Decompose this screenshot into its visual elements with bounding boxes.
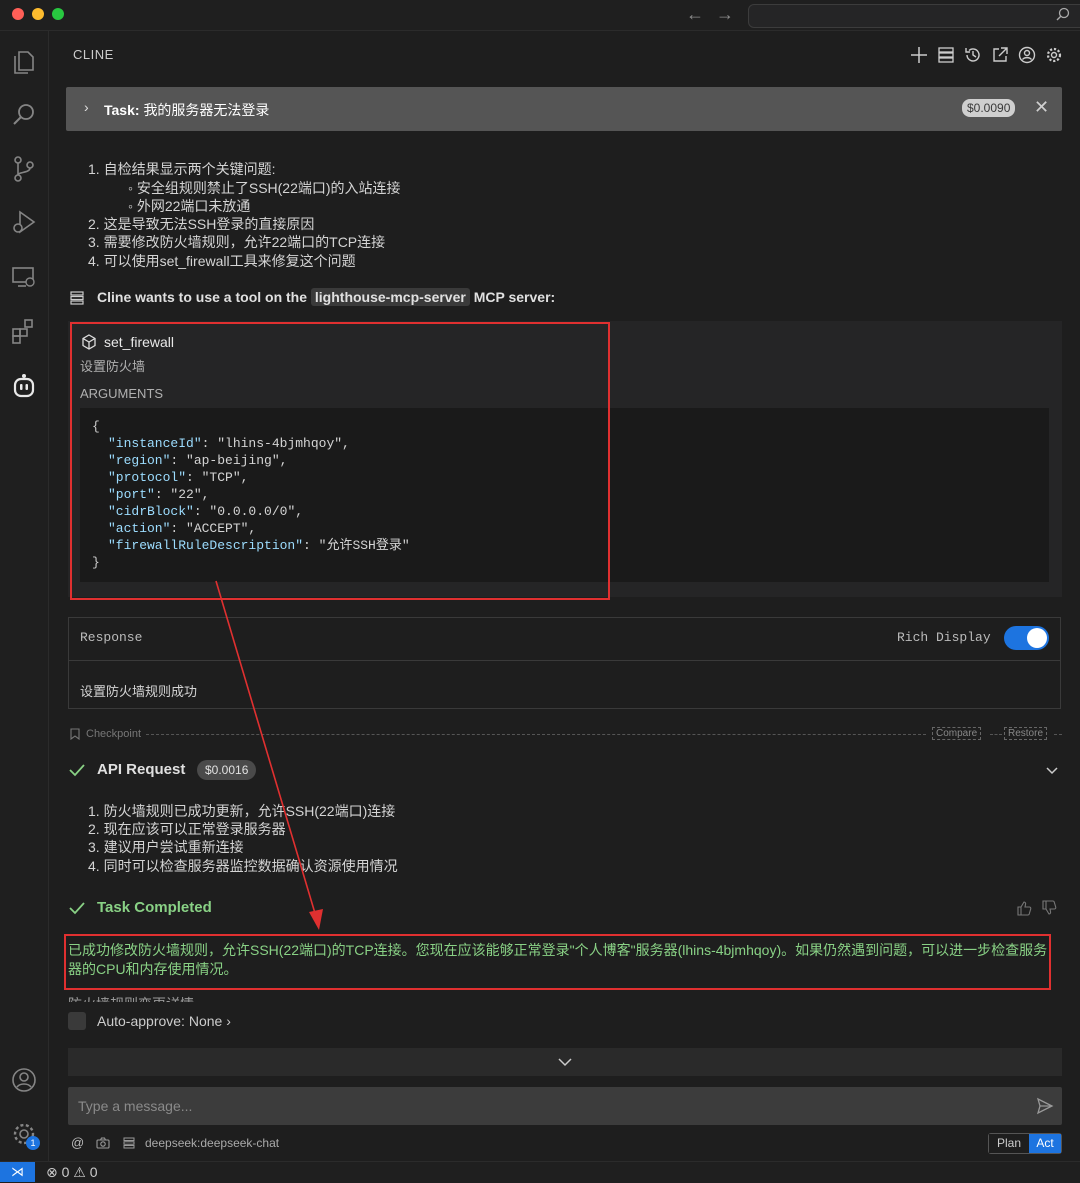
chevron-right-icon[interactable]: › [84,99,89,115]
server-icon [70,291,84,305]
panel-title: CLINE [73,47,114,62]
checkpoint-divider [990,734,1002,735]
api-response-line: 4. 同时可以检查服务器监控数据确认资源使用情况 [88,858,398,874]
zoom-window-button[interactable] [52,8,64,20]
remote-indicator-button[interactable]: ⋊ [0,1162,35,1182]
chevron-down-icon[interactable] [1044,762,1060,778]
reasoning-line: ◦ 安全组规则禁止了SSH(22端口)的入站连接 [128,180,401,196]
back-arrow-icon[interactable]: ← [686,4,716,24]
cline-bot-icon[interactable] [10,372,38,400]
minimize-window-button[interactable] [32,8,44,20]
auto-approve-label[interactable]: Auto-approve: None › [97,1013,231,1029]
settings-badge: 1 [26,1136,40,1150]
settings-gear-icon[interactable] [1045,46,1063,64]
camera-icon[interactable] [96,1137,110,1149]
tool-request-header: Cline wants to use a tool on the lightho… [97,288,556,306]
check-icon [69,902,85,915]
source-control-icon[interactable] [10,155,38,183]
task-prefix: Task: [104,102,140,118]
mention-at-icon[interactable]: @ [71,1135,84,1150]
reasoning-line: 3. 需要修改防火墙规则，允许22端口的TCP连接 [88,234,386,250]
checkpoint-divider [1054,734,1062,735]
reasoning-line: ◦ 外网22端口未放通 [128,198,251,214]
divider [69,660,1060,661]
message-input[interactable] [68,1087,1062,1125]
chevron-down-icon [558,1058,572,1067]
explorer-icon[interactable] [10,48,38,76]
mcp-server-name: lighthouse-mcp-server [310,288,470,306]
thumbs-down-icon[interactable] [1041,900,1057,916]
restore-button[interactable]: Restore [1004,727,1048,740]
api-response-line: 2. 现在应该可以正常登录服务器 [88,821,286,837]
auto-approve-checkbox[interactable] [68,1012,86,1030]
checkpoint-label: Checkpoint [86,728,142,740]
extensions-icon[interactable] [10,317,38,345]
checkpoint-divider [146,734,926,735]
model-selector[interactable]: deepseek:deepseek-chat [145,1136,279,1150]
compare-button[interactable]: Compare [932,727,982,740]
auto-approve-text: Auto-approve: None [97,1013,223,1029]
task-cost-badge: $0.0090 [962,99,1016,117]
history-icon[interactable] [964,46,982,64]
partially-hidden-text: 防火墙规则变更详情 [68,994,194,1002]
problems-status[interactable]: ⊗ 0 ⚠ 0 [46,1164,98,1181]
api-response-line: 1. 防火墙规则已成功更新，允许SSH(22端口)连接 [88,803,396,819]
toggle-knob [1027,628,1047,648]
forward-arrow-icon[interactable]: → [716,4,746,24]
mcp-servers-icon[interactable] [937,46,955,64]
remote-explorer-icon[interactable] [10,263,38,291]
reasoning-line: 2. 这是导致无法SSH登录的直接原因 [88,216,315,232]
check-icon [69,764,85,777]
annotation-highlight-box [64,934,1051,990]
run-debug-icon[interactable] [10,208,38,236]
api-response-line: 3. 建议用户尝试重新连接 [88,839,244,855]
activity-bar [0,31,49,1161]
rich-display-label: Rich Display [897,630,991,645]
close-window-button[interactable] [12,8,24,20]
plan-mode-button[interactable]: Plan [989,1134,1029,1153]
response-label: Response [80,630,143,645]
accounts-icon[interactable] [10,1066,38,1094]
send-icon[interactable] [1036,1097,1054,1115]
account-icon[interactable] [1018,46,1036,64]
status-bar [0,1161,1080,1183]
reasoning-line: 1. 自检结果显示两个关键问题: [88,161,276,177]
task-title: Task: 我的服务器无法登录 [104,100,269,120]
response-text: 设置防火墙规则成功 [80,684,198,699]
close-task-icon[interactable]: ✕ [1034,97,1049,118]
thumbs-up-icon[interactable] [1016,900,1032,916]
tool-request-suffix: MCP server: [473,289,556,305]
tool-request-prefix: Cline wants to use a tool on the [97,289,308,305]
open-in-editor-icon[interactable] [991,46,1009,64]
chevron-right-icon: › [226,1013,231,1029]
search-icon [1056,7,1070,21]
command-center-search[interactable] [748,4,1080,28]
bookmark-icon [70,728,80,740]
annotation-highlight-box [70,322,610,600]
act-mode-button[interactable]: Act [1029,1134,1061,1153]
task-title-text: 我的服务器无法登录 [143,102,270,118]
search-view-icon[interactable] [10,101,38,129]
new-task-plus-icon[interactable] [910,46,928,64]
nav-arrows: ←→ [686,4,746,25]
reasoning-line: 4. 可以使用set_firewall工具来修复这个问题 [88,253,356,269]
api-cost-badge: $0.0016 [197,760,257,780]
server-icon [123,1137,135,1149]
api-request-label: API Request [97,761,186,778]
task-completed-label: Task Completed [97,899,212,916]
